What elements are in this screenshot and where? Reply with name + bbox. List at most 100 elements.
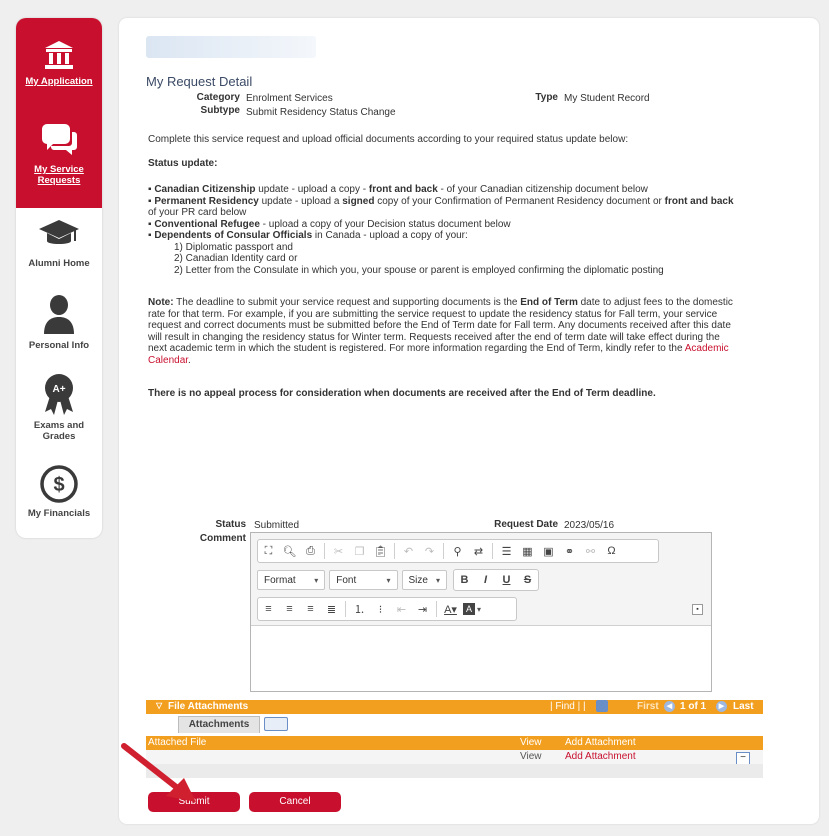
status-list: ▪ Canadian Citizenship update - upload a… (148, 184, 736, 276)
type-label: Type (535, 92, 558, 103)
person-icon (44, 295, 74, 334)
no-appeal-text: There is no appeal process for considera… (148, 388, 656, 399)
svg-text:A+: A+ (52, 384, 65, 395)
last-link[interactable]: Last (733, 701, 754, 712)
font-select[interactable]: Font ▾ (329, 570, 398, 590)
strikethrough-button[interactable]: S (519, 572, 536, 589)
print-icon[interactable]: ⎙ (302, 543, 319, 560)
find-icon[interactable]: ⚲ (449, 543, 466, 560)
type-value: My Student Record (564, 93, 650, 104)
unlink-icon[interactable]: ⚯ (582, 543, 599, 560)
collapse-toolbar-icon[interactable]: ▪ (692, 604, 703, 615)
request-date-value: 2023/05/16 (564, 520, 615, 531)
chevron-down-icon: ▾ (386, 575, 391, 585)
align-right-icon[interactable]: ≡ (302, 601, 319, 618)
previous-icon[interactable]: ◀ (664, 701, 675, 712)
toolbar-row-3: ≡ ≡ ≡ ≣ ⒈ ⁝ ⇤ ⇥ A▾ A ▾ (257, 597, 517, 621)
chevron-down-icon: ▾ (477, 604, 482, 614)
status-label: Status (215, 519, 246, 530)
bold-button[interactable]: B (456, 572, 473, 589)
underline-button[interactable]: U (498, 572, 515, 589)
align-left-icon[interactable]: ≡ (260, 601, 277, 618)
sidebar-item-label: My Service Requests (34, 164, 84, 186)
list-subitem: 2) Canadian Identity card or (174, 253, 298, 264)
table-row-spacer (146, 764, 763, 778)
dollar-icon: $ (40, 465, 78, 503)
category-value: Enrolment Services (246, 93, 333, 104)
collapse-triangle-icon[interactable]: ▽ (156, 701, 162, 710)
attachments-table-header: Attached File View Add Attachment (146, 736, 763, 750)
text-color-icon[interactable]: A▾ (442, 601, 459, 618)
sidebar-item-label: Exams and Grades (33, 420, 85, 442)
chevron-down-icon: ▾ (435, 575, 440, 585)
sidebar-item-label: My Application (25, 76, 93, 87)
toolbar-separator (394, 543, 395, 559)
note-paragraph: Note: The deadline to submit your servic… (148, 297, 733, 366)
comment-label: Comment (199, 533, 246, 544)
table-icon[interactable]: ▦ (519, 543, 536, 560)
page-count: 1 of 1 (680, 701, 707, 712)
redo-icon[interactable]: ↷ (421, 543, 438, 560)
cancel-button[interactable]: Cancel (249, 792, 341, 812)
bullet-list-icon[interactable]: ⁝ (372, 601, 389, 618)
graduation-cap-icon (39, 220, 79, 244)
size-select[interactable]: Size ▾ (401, 570, 447, 590)
subtype-label: Subtype (200, 105, 240, 116)
sidebar-item-alumni-home[interactable]: Alumni Home (16, 216, 102, 286)
list-item: ▪ Conventional Refugee - upload a copy o… (148, 218, 511, 230)
file-attachments-title: File Attachments (168, 701, 249, 712)
toolbar-separator (436, 601, 437, 617)
format-select[interactable]: Format ▾ (257, 570, 326, 590)
page-title: My Request Detail (146, 74, 253, 89)
numbered-list-icon[interactable]: ⒈ (351, 601, 368, 618)
add-attachment-link[interactable]: Add Attachment (565, 751, 636, 762)
background-color-icon[interactable]: A (463, 603, 475, 615)
maximize-icon[interactable]: ⛶ (260, 543, 277, 560)
link-icon[interactable]: ⚭ (561, 543, 578, 560)
next-icon[interactable]: ▶ (716, 701, 727, 712)
tab-attachments[interactable]: Attachments (178, 716, 260, 733)
list-item: ▪ Canadian Citizenship update - upload a… (148, 184, 648, 195)
image-icon[interactable]: ▣ (540, 543, 557, 560)
paste-icon[interactable]: 📋︎ (372, 543, 389, 560)
sidebar-item-personal-info[interactable]: Personal Info (16, 294, 102, 364)
col-view: View (520, 737, 542, 748)
copy-icon[interactable]: ❐ (351, 543, 368, 560)
replace-icon[interactable]: ⇄ (470, 543, 487, 560)
text-style-group: B I U S (453, 569, 539, 591)
sidebar-nav: My Application My Service Requests Alumn… (16, 18, 102, 538)
italic-button[interactable]: I (477, 572, 494, 589)
blurred-header (146, 36, 316, 58)
cut-icon[interactable]: ✂ (330, 543, 347, 560)
sidebar-item-label: Personal Info (28, 340, 90, 351)
first-link[interactable]: First (637, 701, 659, 712)
align-center-icon[interactable]: ≡ (281, 601, 298, 618)
sidebar-item-my-service-requests[interactable]: My Service Requests (16, 112, 102, 208)
table-row: View Add Attachment − (146, 750, 763, 766)
status-value: Submitted (254, 520, 300, 531)
grid-view-icon[interactable] (596, 700, 608, 712)
undo-icon[interactable]: ↶ (400, 543, 417, 560)
subtype-value: Submit Residency Status Change (246, 107, 396, 118)
comment-editor[interactable]: ⛶ 🔍︎ ⎙ ✂ ❐ 📋︎ ↶ ↷ ⚲ ⇄ ☰ ▦ ▣ ⚭ ⚯ Ω Format… (250, 532, 712, 692)
show-all-columns-icon[interactable] (264, 717, 288, 731)
find-link[interactable]: | Find | | (550, 701, 586, 712)
sidebar-item-exams-and-grades[interactable]: A+ Exams and Grades (16, 372, 102, 450)
sidebar-item-my-financials[interactable]: $ My Financials (16, 464, 102, 534)
outdent-icon[interactable]: ⇤ (393, 601, 410, 618)
preview-icon[interactable]: 🔍︎ (281, 543, 298, 560)
intro-paragraph: Complete this service request and upload… (148, 134, 629, 145)
horizontal-line-icon[interactable]: ☰ (498, 543, 515, 560)
view-link[interactable]: View (520, 751, 542, 762)
special-char-icon[interactable]: Ω (603, 543, 620, 560)
align-justify-icon[interactable]: ≣ (323, 601, 340, 618)
toolbar-separator (443, 543, 444, 559)
chat-icon (42, 124, 77, 155)
sidebar-item-my-application[interactable]: My Application (16, 18, 102, 112)
chevron-down-icon: ▾ (314, 575, 319, 585)
category-label: Category (196, 92, 240, 103)
file-attachments-bar: ▽ File Attachments | Find | | First ◀ 1 … (146, 700, 763, 714)
indent-icon[interactable]: ⇥ (414, 601, 431, 618)
toolbar-separator (345, 601, 346, 617)
toolbar-separator (324, 543, 325, 559)
